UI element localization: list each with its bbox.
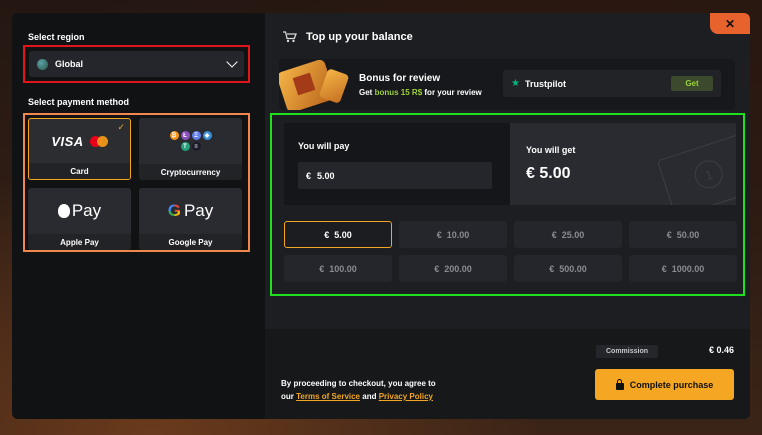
amount-presets: €5.00 €10.00 €25.00 €50.00 €100.00 €200.…	[284, 221, 737, 282]
amount-highlight: You will pay € 5.00 You will get € 5.00 …	[270, 113, 745, 296]
payment-method-crypto[interactable]: ₿ Ł Ξ ◆ T ≡ Cryptocurrency	[139, 118, 242, 180]
terms-of-service-link[interactable]: Terms of Service	[296, 392, 360, 401]
payment-method-label: Card	[29, 163, 130, 179]
globe-icon	[37, 58, 48, 70]
terms-text: By proceeding to checkout, you agree to …	[281, 379, 436, 401]
card-logo: VISA	[29, 119, 130, 163]
google-icon: G	[167, 201, 181, 220]
region-highlight: Global	[23, 45, 250, 83]
payment-method-label: Cryptocurrency	[139, 164, 242, 180]
banknote-icon: 1	[656, 132, 736, 205]
get-bonus-button[interactable]: Get	[671, 76, 713, 91]
bonus-subtitle: Get bonus 15 R$ for your review	[359, 87, 482, 97]
payment-method-grid: ✓ VISA Card ₿ Ł Ξ ◆ T ≡ Cryptocurrency P…	[28, 118, 245, 250]
region-value: Global	[55, 59, 84, 69]
payment-method-apple-pay[interactable]: Pay Apple Pay	[28, 188, 131, 250]
apple-pay-logo: Pay	[28, 188, 131, 234]
get-panel: You will get € 5.00 1	[510, 123, 736, 205]
close-button[interactable]: ✕	[710, 13, 750, 34]
payment-method-google-pay[interactable]: G Pay Google Pay	[139, 188, 242, 250]
payment-title: Select payment method	[28, 97, 130, 107]
amount-option[interactable]: €10.00	[399, 221, 507, 248]
commission-value: € 0.46	[708, 345, 734, 355]
amount-option[interactable]: €1000.00	[629, 255, 737, 282]
commission-label: Commission	[596, 345, 658, 358]
purchase-label: Complete purchase	[629, 379, 714, 390]
crypto-coins-icon: ₿ Ł Ξ ◆ T ≡	[167, 131, 215, 151]
payment-method-highlight: ✓ VISA Card ₿ Ł Ξ ◆ T ≡ Cryptocurrency P…	[23, 113, 250, 252]
top-up-panel: ✕ Top up your balance Bonus for review G…	[265, 13, 750, 419]
bonus-banner: Bonus for review Get bonus 15 R$ for you…	[279, 59, 735, 110]
google-pay-logo: G Pay	[139, 188, 242, 234]
top-up-modal: Select region Global Select payment meth…	[12, 13, 750, 419]
payment-method-card[interactable]: ✓ VISA Card	[28, 118, 131, 180]
complete-purchase-button[interactable]: Complete purchase	[595, 369, 734, 400]
bonus-text: Bonus for review Get bonus 15 R$ for you…	[359, 73, 482, 97]
check-icon: ✓	[117, 122, 125, 132]
pay-label: You will pay	[298, 141, 350, 151]
amount-option[interactable]: €500.00	[514, 255, 622, 282]
pay-currency: €	[306, 170, 312, 181]
mastercard-icon	[89, 135, 108, 147]
google-pay-text: Pay	[183, 201, 214, 220]
payment-sidebar: Select region Global Select payment meth…	[12, 13, 265, 419]
payment-method-label: Google Pay	[139, 234, 242, 250]
cart-icon	[283, 31, 297, 43]
page-title: Top up your balance	[306, 31, 413, 43]
amount-option[interactable]: €25.00	[514, 221, 622, 248]
amount-option[interactable]: €5.00	[284, 221, 392, 248]
visa-logo: VISA	[51, 133, 84, 149]
trustpilot-review: ★ Trustpilot Get	[503, 70, 721, 97]
payment-method-label: Apple Pay	[28, 234, 131, 250]
panel-header: Top up your balance	[283, 31, 413, 43]
amount-option[interactable]: €100.00	[284, 255, 392, 282]
bonus-title: Bonus for review	[359, 72, 441, 84]
chevron-down-icon	[226, 56, 238, 68]
pay-panel: You will pay € 5.00	[284, 123, 510, 205]
privacy-policy-link[interactable]: Privacy Policy	[379, 392, 433, 401]
checkout-footer: Commission € 0.46 By proceeding to check…	[265, 329, 750, 419]
bonus-coin-icon	[279, 59, 357, 110]
amount-option[interactable]: €200.00	[399, 255, 507, 282]
apple-icon	[57, 204, 70, 218]
lock-icon	[615, 378, 624, 390]
region-title: Select region	[28, 32, 85, 42]
amount-option[interactable]: €50.00	[629, 221, 737, 248]
trustpilot-label: Trustpilot	[524, 78, 566, 89]
close-icon: ✕	[724, 16, 736, 31]
pay-amount-value: 5.00	[317, 170, 335, 181]
crypto-logo: ₿ Ł Ξ ◆ T ≡	[139, 118, 242, 164]
region-select[interactable]: Global	[29, 51, 244, 77]
star-icon: ★	[511, 78, 520, 89]
apple-pay-text: Pay	[71, 201, 102, 220]
pay-amount-input[interactable]: € 5.00	[298, 162, 492, 189]
